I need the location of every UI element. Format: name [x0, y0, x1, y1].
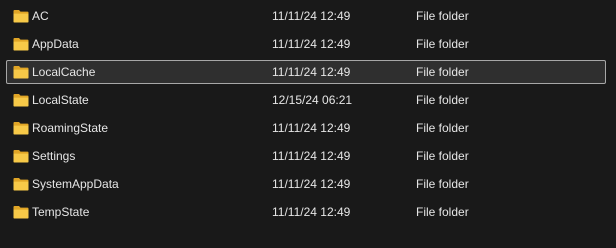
file-name: LocalCache	[32, 65, 96, 79]
file-date-modified: 11/11/24 12:49	[272, 37, 351, 51]
file-name: TempState	[32, 205, 90, 219]
file-date-modified: 11/11/24 12:49	[272, 149, 351, 163]
file-type: File folder	[416, 177, 469, 191]
file-row[interactable]: Settings 11/11/24 12:49 File folder	[6, 144, 606, 168]
file-row[interactable]: TempState 11/11/24 12:49 File folder	[6, 200, 606, 224]
file-name: RoamingState	[32, 121, 109, 135]
file-type: File folder	[416, 149, 469, 163]
file-name: SystemAppData	[32, 177, 119, 191]
file-row[interactable]: AC 11/11/24 12:49 File folder	[6, 4, 606, 28]
file-row[interactable]: AppData 11/11/24 12:49 File folder	[6, 32, 606, 56]
file-name: LocalState	[32, 93, 89, 107]
file-row-selected[interactable]: LocalCache 11/11/24 12:49 File folder	[6, 60, 606, 84]
file-name: AC	[32, 9, 49, 23]
file-date-modified: 12/15/24 06:21	[272, 93, 353, 107]
file-type: File folder	[416, 65, 469, 79]
file-name: Settings	[32, 149, 76, 163]
file-date-modified: 11/11/24 12:49	[272, 121, 351, 135]
file-type: File folder	[416, 93, 469, 107]
file-row[interactable]: LocalState 12/15/24 06:21 File folder	[6, 88, 606, 112]
folder-icon	[13, 206, 29, 219]
folder-icon	[13, 10, 29, 23]
file-date-modified: 11/11/24 12:49	[272, 9, 351, 23]
file-list: AC 11/11/24 12:49 File folder AppData 11…	[0, 0, 616, 248]
folder-icon	[13, 178, 29, 191]
folder-icon	[13, 38, 29, 51]
file-date-modified: 11/11/24 12:49	[272, 205, 351, 219]
folder-icon	[13, 150, 29, 163]
file-type: File folder	[416, 9, 469, 23]
folder-icon	[13, 122, 29, 135]
folder-icon	[13, 94, 29, 107]
file-type: File folder	[416, 37, 469, 51]
folder-icon	[13, 66, 29, 79]
file-row[interactable]: SystemAppData 11/11/24 12:49 File folder	[6, 172, 606, 196]
file-type: File folder	[416, 121, 469, 135]
file-date-modified: 11/11/24 12:49	[272, 177, 351, 191]
file-name: AppData	[32, 37, 79, 51]
file-row[interactable]: RoamingState 11/11/24 12:49 File folder	[6, 116, 606, 140]
file-type: File folder	[416, 205, 469, 219]
file-date-modified: 11/11/24 12:49	[272, 65, 351, 79]
